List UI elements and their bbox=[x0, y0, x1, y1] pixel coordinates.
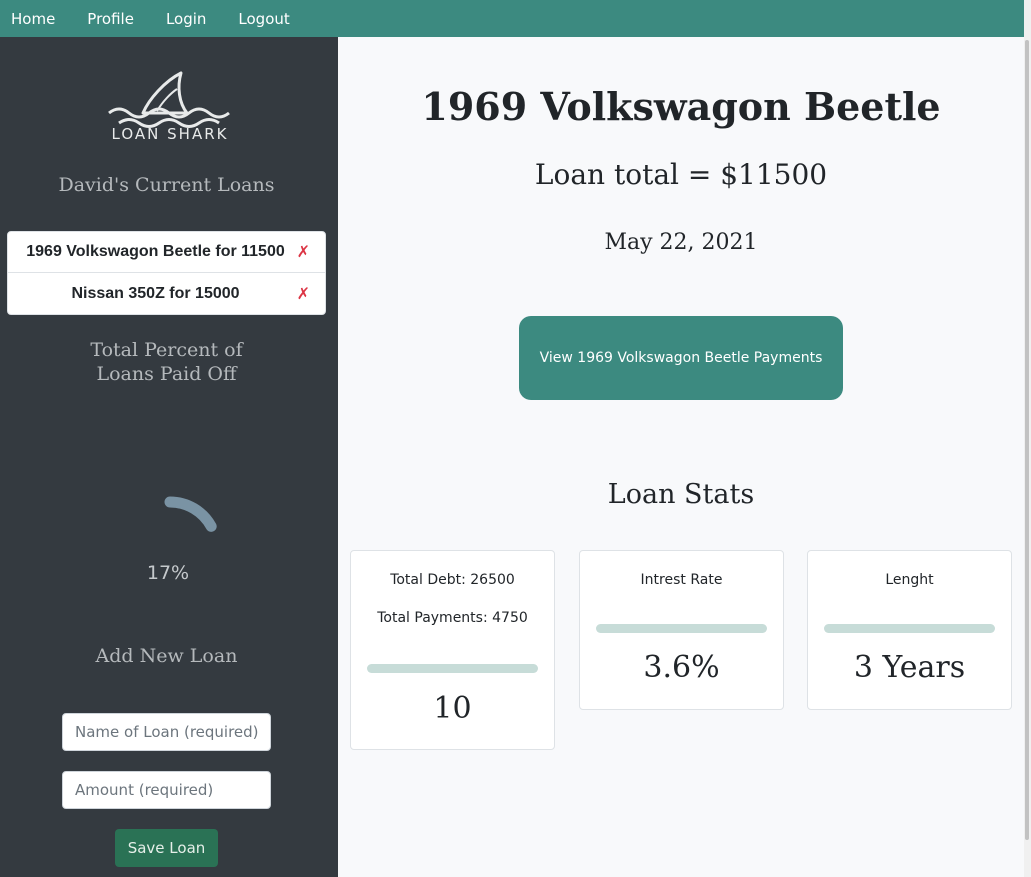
add-loan-heading: Add New Loan bbox=[95, 645, 238, 667]
delete-loan-icon[interactable]: ✗ bbox=[297, 242, 310, 262]
interest-rate-value: 3.6% bbox=[643, 650, 720, 685]
delete-loan-icon[interactable]: ✗ bbox=[297, 284, 310, 304]
loan-length-value: 3 Years bbox=[853, 650, 966, 685]
debt-stat-value: 10 bbox=[433, 691, 472, 726]
interest-rate-label: Intrest Rate bbox=[640, 572, 723, 588]
page-scrollbar[interactable] bbox=[1024, 0, 1031, 877]
loan-length-label: Lenght bbox=[885, 572, 934, 588]
paid-off-heading: Total Percent of Loans Paid Off bbox=[90, 339, 243, 385]
paid-off-gauge-arc bbox=[164, 496, 217, 532]
view-payments-button[interactable]: View 1969 Volkswagon Beetle Payments bbox=[519, 316, 843, 400]
loan-length-card: Lenght 3 Years bbox=[807, 550, 1012, 710]
loan-item-label[interactable]: 1969 Volkswagon Beetle for 11500 bbox=[26, 243, 307, 261]
nav-logout-link[interactable]: Logout bbox=[238, 10, 289, 28]
scrollbar-thumb[interactable] bbox=[1025, 40, 1029, 840]
nav-profile-link[interactable]: Profile bbox=[87, 10, 134, 28]
loan-name-input[interactable] bbox=[62, 713, 271, 751]
save-loan-button[interactable]: Save Loan bbox=[115, 829, 218, 867]
paid-off-percent: 17% bbox=[146, 562, 190, 584]
loan-stats-heading: Loan Stats bbox=[607, 479, 755, 510]
list-item[interactable]: Nissan 350Z for 15000 ✗ bbox=[8, 273, 325, 314]
paid-off-gauge bbox=[164, 496, 217, 532]
top-navbar: Home Profile Login Logout bbox=[0, 0, 1024, 37]
debt-progress-bar bbox=[367, 664, 538, 673]
list-item[interactable]: 1969 Volkswagon Beetle for 11500 ✗ bbox=[8, 232, 325, 273]
logo-wordmark: LOAN SHARK bbox=[111, 125, 229, 143]
sidebar: LOAN SHARK David's Current Loans 1969 Vo… bbox=[0, 37, 338, 877]
total-payments-text: Total Payments: 4750 bbox=[377, 610, 528, 626]
loan-total: Loan total = $11500 bbox=[534, 158, 828, 191]
total-debt-text: Total Debt: 26500 bbox=[390, 572, 515, 588]
debt-stat-card: Total Debt: 26500 Total Payments: 4750 1… bbox=[350, 550, 555, 750]
interest-rate-bar bbox=[596, 624, 767, 633]
loan-date: May 22, 2021 bbox=[604, 230, 758, 255]
loan-list: 1969 Volkswagon Beetle for 11500 ✗ Nissa… bbox=[7, 231, 326, 315]
loan-amount-input[interactable] bbox=[62, 771, 271, 809]
nav-home-link[interactable]: Home bbox=[11, 10, 55, 28]
loan-item-label[interactable]: Nissan 350Z for 15000 bbox=[71, 285, 261, 303]
current-loans-heading: David's Current Loans bbox=[58, 174, 275, 196]
nav-login-link[interactable]: Login bbox=[166, 10, 206, 28]
loan-length-bar bbox=[824, 624, 995, 633]
interest-rate-card: Intrest Rate 3.6% bbox=[579, 550, 784, 710]
page-title: 1969 Volkswagon Beetle bbox=[421, 84, 941, 129]
